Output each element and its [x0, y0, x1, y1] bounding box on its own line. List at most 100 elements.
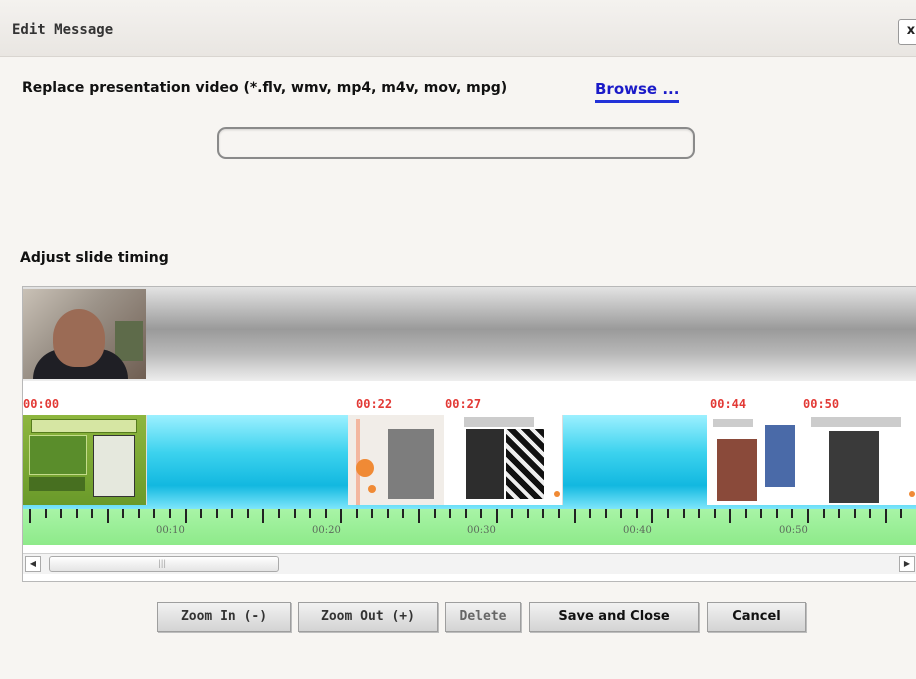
ruler-tick: [91, 509, 93, 518]
ruler-tick: [371, 509, 373, 518]
ruler-tick: [527, 509, 529, 518]
slide-time-label: 00:44: [710, 397, 747, 411]
browse-link[interactable]: Browse ...: [595, 80, 680, 103]
ruler-tick: [900, 509, 902, 518]
ruler-label: 00:50: [779, 525, 808, 536]
ruler-tick: [76, 509, 78, 518]
ruler-tick: [838, 509, 840, 518]
ruler-tick: [605, 509, 607, 518]
ruler-tick: [854, 509, 856, 518]
ruler-tick: [309, 509, 311, 518]
ruler-tick: [885, 509, 887, 523]
slide-time-label: 00:22: [356, 397, 393, 411]
ruler-tick: [667, 509, 669, 518]
ruler-tick: [807, 509, 809, 523]
ruler-tick: [496, 509, 498, 523]
dialog-title: Edit Message: [12, 22, 114, 38]
presenter-video-thumbnail[interactable]: [23, 289, 146, 379]
ruler-tick: [760, 509, 762, 518]
ruler-tick: [169, 509, 171, 518]
ruler-tick: [683, 509, 685, 518]
left-arrow-icon[interactable]: ◀: [25, 556, 41, 572]
slide-decor-dot: [356, 459, 374, 477]
ruler-tick: [153, 509, 155, 518]
ruler-tick: [698, 509, 700, 518]
ruler-tick: [138, 509, 140, 518]
ruler-tick: [558, 509, 560, 518]
slide-thumbnail-5[interactable]: [803, 415, 916, 505]
right-arrow-icon[interactable]: ▶: [899, 556, 915, 572]
ruler-tick: [107, 509, 109, 523]
ruler-tick: [791, 509, 793, 518]
replace-video-label: Replace presentation video (*.flv, wmv, …: [22, 80, 508, 96]
slide-caption: [464, 417, 534, 427]
ruler-tick: [278, 509, 280, 518]
cancel-button[interactable]: Cancel: [707, 602, 806, 632]
ruler-tick: [434, 509, 436, 518]
ruler-tick: [294, 509, 296, 518]
ruler-tick: [216, 509, 218, 518]
ruler-tick: [574, 509, 576, 523]
ruler-tick: [480, 509, 482, 518]
time-ruler[interactable]: 00:10 00:20 00:30 00:40 00:50: [23, 509, 916, 545]
ruler-tick: [776, 509, 778, 518]
ruler-tick: [542, 509, 544, 518]
ruler-tick: [869, 509, 871, 518]
ruler-tick: [387, 509, 389, 518]
close-button[interactable]: x: [898, 19, 916, 45]
ruler-label: 00:40: [623, 525, 652, 536]
slide-caption: [713, 419, 753, 427]
presenter-head: [53, 309, 105, 367]
scroll-thumb[interactable]: |||: [49, 556, 279, 572]
ruler-tick: [185, 509, 187, 523]
ruler-tick: [823, 509, 825, 518]
save-and-close-button[interactable]: Save and Close: [529, 602, 699, 632]
slide-thumbnail-2[interactable]: [348, 415, 445, 505]
slide-photo: [506, 429, 544, 499]
slide-photo: [765, 425, 795, 487]
timeline-scrollbar[interactable]: ◀ ||| ▶: [23, 553, 916, 574]
timeline-editor: 00:00 00:22 00:27 00:44 00:50 00:10 00:2…: [22, 286, 916, 582]
adjust-slide-timing-heading: Adjust slide timing: [20, 250, 169, 266]
slide-photo: [717, 439, 757, 501]
ruler-tick: [465, 509, 467, 518]
zoom-out-button[interactable]: Zoom Out (+): [298, 602, 438, 632]
slide-photo: [466, 429, 504, 499]
slide-thumbnail-1[interactable]: [23, 415, 147, 505]
slide-title-banner: [31, 419, 137, 433]
ruler-tick: [636, 509, 638, 518]
slide-thumbnail-4[interactable]: [707, 415, 804, 505]
ruler-tick: [449, 509, 451, 518]
ruler-tick: [356, 509, 358, 518]
slide-time-label: 00:27: [445, 397, 482, 411]
ruler-label: 00:10: [156, 525, 185, 536]
slide-footer: [29, 477, 85, 491]
delete-button[interactable]: Delete: [445, 602, 521, 632]
video-track: [23, 287, 916, 381]
slide-decor-dot: [909, 491, 915, 497]
zoom-in-button[interactable]: Zoom In (-): [157, 602, 291, 632]
ruler-tick: [60, 509, 62, 518]
ruler-label: 00:20: [312, 525, 341, 536]
ruler-tick: [200, 509, 202, 518]
ruler-tick: [418, 509, 420, 523]
video-background-shelf: [115, 321, 143, 361]
ruler-tick: [620, 509, 622, 518]
video-file-field[interactable]: [217, 127, 695, 159]
dialog-titlebar: Edit Message x: [0, 0, 916, 57]
slide-caption: [811, 417, 901, 427]
ruler-tick: [262, 509, 264, 523]
slide-time-label: 00:00: [23, 397, 60, 411]
slide-text-block: [29, 435, 87, 475]
ruler-tick: [247, 509, 249, 518]
ruler-tick: [325, 509, 327, 518]
ruler-tick: [402, 509, 404, 518]
slide-thumbnail-3[interactable]: [444, 415, 563, 505]
ruler-tick: [29, 509, 31, 523]
slide-time-label: 00:50: [803, 397, 840, 411]
ruler-tick: [340, 509, 342, 523]
ruler-tick: [589, 509, 591, 518]
ruler-tick: [729, 509, 731, 523]
ruler-tick: [511, 509, 513, 518]
ruler-label: 00:30: [467, 525, 496, 536]
